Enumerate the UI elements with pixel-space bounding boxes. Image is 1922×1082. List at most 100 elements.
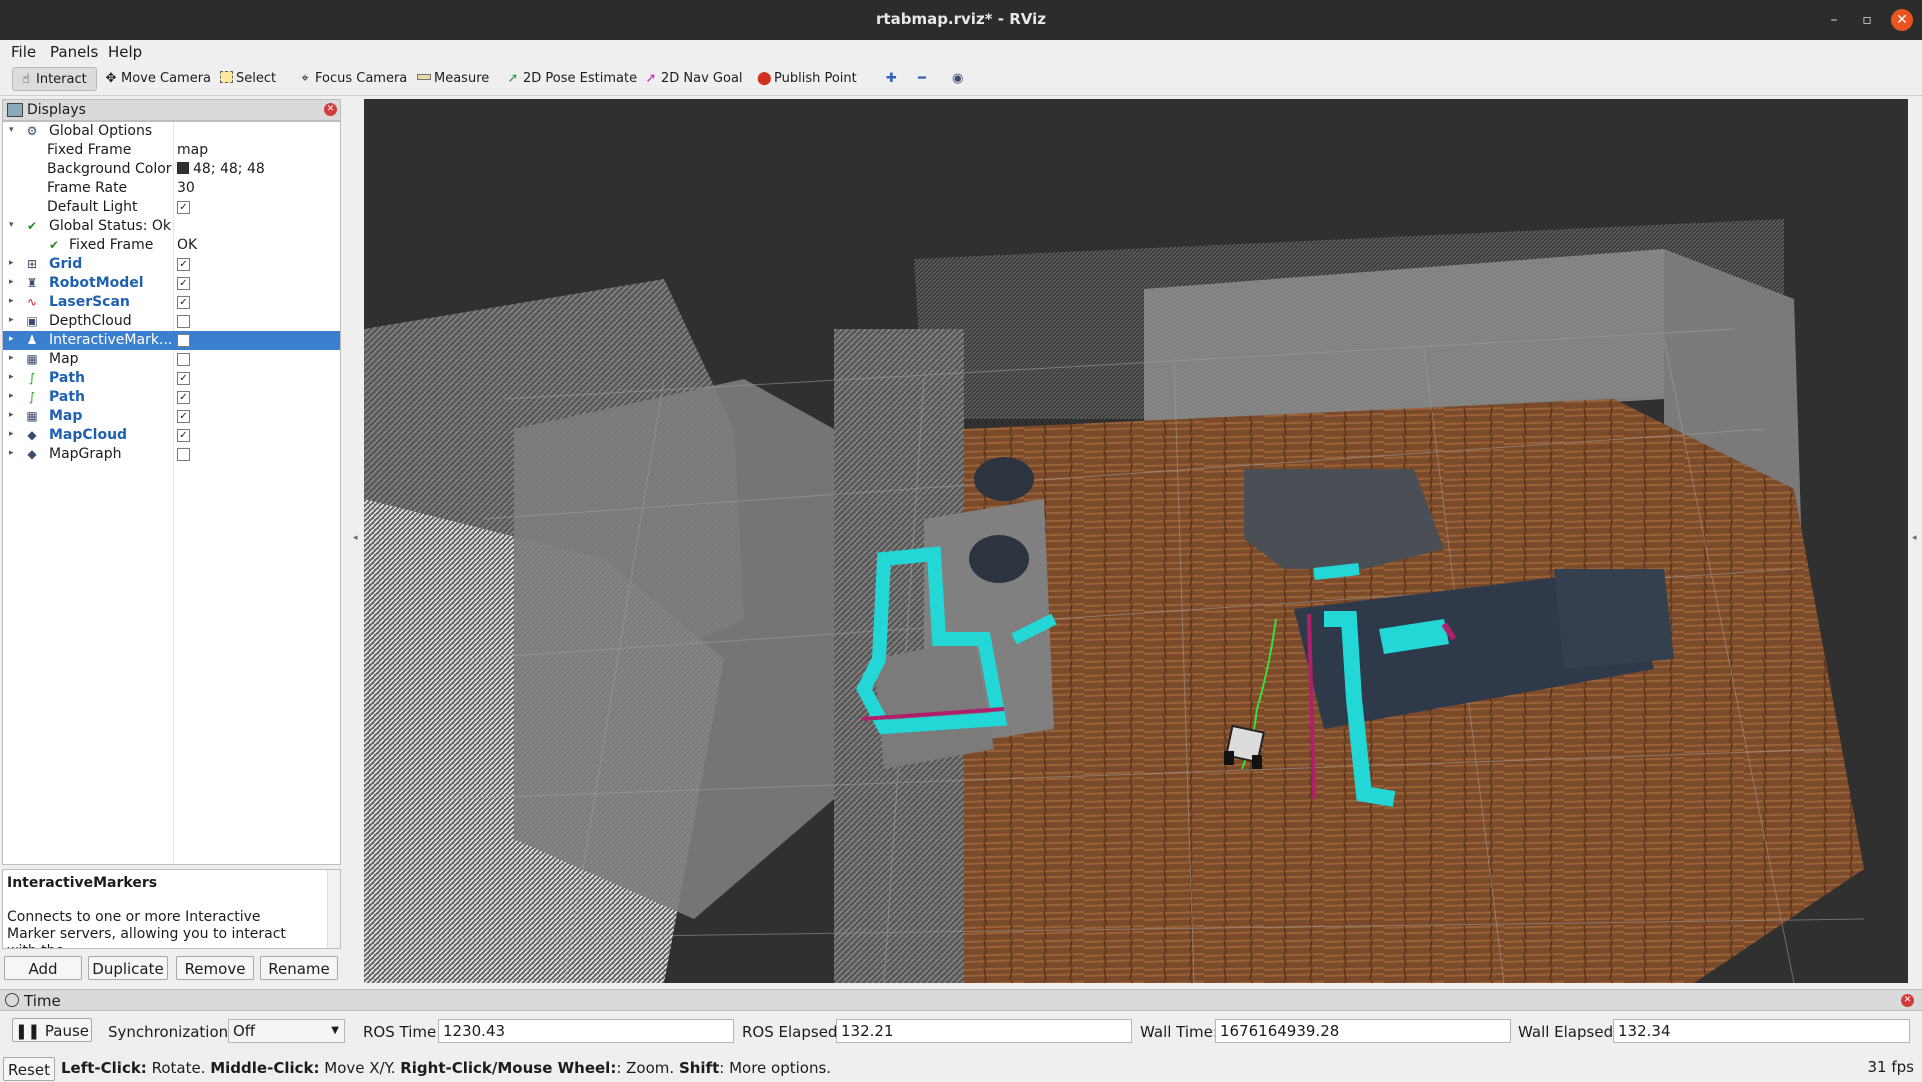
time-panel-header: Time ✕	[0, 989, 1922, 1011]
robotmodel-checkbox[interactable]: ✓	[177, 277, 190, 290]
tree-row-map[interactable]: ▸ ▦ Map	[3, 350, 340, 369]
expand-arrow-icon[interactable]: ▸	[9, 277, 14, 287]
pause-button[interactable]: ❚❚ Pause	[12, 1018, 92, 1042]
mapcloud-checkbox[interactable]: ✓	[177, 429, 190, 442]
minimize-button[interactable]: –	[1823, 9, 1845, 31]
depthcloud-checkbox[interactable]	[177, 315, 190, 328]
tool-focus-camera[interactable]: ⌖ Focus Camera	[292, 67, 407, 91]
tree-row-path[interactable]: ▸ ∫ Path ✓	[3, 369, 340, 388]
tree-row-mapcloud[interactable]: ▸ ◆ MapCloud ✓	[3, 426, 340, 445]
tree-row-fixed-frame[interactable]: Fixed Frame map	[3, 141, 340, 160]
mouse-hint: Left-Click: Rotate. Middle-Click: Move X…	[61, 1059, 831, 1077]
tree-label: DepthCloud	[49, 313, 132, 329]
expand-arrow-icon[interactable]: ▸	[9, 334, 14, 344]
tree-row-status-fixed-frame[interactable]: ✔ Fixed Frame OK	[3, 236, 340, 255]
path-checkbox[interactable]: ✓	[177, 372, 190, 385]
menu-help[interactable]: Help	[108, 43, 142, 61]
maximize-button[interactable]: ▫	[1856, 9, 1878, 31]
map-2-checkbox[interactable]: ✓	[177, 410, 190, 423]
interactivemarkers-checkbox[interactable]	[177, 334, 190, 347]
fixed-frame-value[interactable]: map	[177, 142, 208, 158]
expand-arrow-icon[interactable]: ▸	[9, 429, 14, 439]
right-splitter[interactable]: ◂	[1910, 99, 1920, 983]
wall-time-field[interactable]: 1676164939.28	[1215, 1019, 1511, 1043]
status-value: OK	[177, 237, 198, 253]
color-swatch	[177, 162, 189, 174]
close-panel-icon[interactable]: ✕	[324, 103, 337, 116]
sync-value: Off	[233, 1022, 256, 1040]
remove-button[interactable]: Remove	[176, 956, 254, 980]
tree-row-grid[interactable]: ▸ ⊞ Grid ✓	[3, 255, 340, 274]
grid-checkbox[interactable]: ✓	[177, 258, 190, 271]
path-2-checkbox[interactable]: ✓	[177, 391, 190, 404]
sync-select[interactable]: Off ▼	[228, 1019, 345, 1043]
collapse-arrow-icon[interactable]: ▾	[9, 220, 14, 230]
tree-row-depthcloud[interactable]: ▸ ▣ DepthCloud	[3, 312, 340, 331]
expand-arrow-icon[interactable]: ▸	[9, 391, 14, 401]
monitor-icon	[7, 103, 23, 117]
move-arrows-icon: ✥	[105, 71, 117, 86]
tree-label: LaserScan	[49, 294, 130, 310]
menu-panels[interactable]: Panels	[50, 43, 98, 61]
check-icon: ✔	[26, 219, 38, 233]
tool-2d-pose-estimate[interactable]: ➚ 2D Pose Estimate	[500, 67, 638, 91]
hint-middle-click: Middle-Click:	[210, 1059, 320, 1077]
close-button[interactable]: ✕	[1891, 9, 1913, 31]
wall-elapsed-field[interactable]: 132.34	[1613, 1019, 1910, 1043]
grid-icon: ⊞	[26, 257, 38, 271]
tree-row-path-2[interactable]: ▸ ∫ Path ✓	[3, 388, 340, 407]
eye-icon[interactable]: ◉	[946, 67, 972, 91]
tree-row-default-light[interactable]: Default Light ✓	[3, 198, 340, 217]
render-viewport[interactable]	[364, 99, 1908, 983]
laserscan-checkbox[interactable]: ✓	[177, 296, 190, 309]
tree-row-map-2[interactable]: ▸ ▦ Map ✓	[3, 407, 340, 426]
remove-tool-icon[interactable]: ━	[912, 67, 938, 91]
tool-measure[interactable]: Measure	[411, 67, 491, 91]
duplicate-button[interactable]: Duplicate	[88, 956, 168, 980]
tree-row-frame-rate[interactable]: Frame Rate 30	[3, 179, 340, 198]
tree-row-global-status[interactable]: ▾ ✔ Global Status: Ok	[3, 217, 340, 236]
add-button[interactable]: Add	[4, 956, 82, 980]
interactive-marker-icon: ♟	[26, 333, 38, 347]
default-light-checkbox[interactable]: ✓	[177, 201, 190, 214]
rename-button[interactable]: Rename	[260, 956, 338, 980]
expand-arrow-icon[interactable]: ▸	[9, 372, 14, 382]
tree-label: Path	[49, 370, 85, 386]
tree-row-interactivemarkers[interactable]: ▸ ♟ InteractiveMark...	[3, 331, 340, 350]
tool-interact[interactable]: ☝ Interact	[12, 67, 97, 91]
tool-move-camera[interactable]: ✥ Move Camera	[98, 67, 211, 91]
close-panel-icon[interactable]: ✕	[1901, 994, 1914, 1007]
expand-arrow-icon[interactable]: ▸	[9, 296, 14, 306]
tool-publish-point[interactable]: ⬤ Publish Point	[751, 67, 857, 91]
background-color-value[interactable]: 48; 48; 48	[177, 161, 265, 177]
hint-left-click: Left-Click:	[61, 1059, 147, 1077]
reset-button[interactable]: Reset	[3, 1057, 55, 1081]
tree-row-background-color[interactable]: Background Color 48; 48; 48	[3, 160, 340, 179]
add-tool-icon[interactable]: ✚	[880, 67, 904, 91]
collapse-arrow-icon[interactable]: ▾	[9, 125, 14, 135]
menu-file[interactable]: File	[11, 43, 36, 61]
pause-label: Pause	[44, 1022, 90, 1040]
ros-elapsed-field[interactable]: 132.21	[836, 1019, 1132, 1043]
ros-time-field[interactable]: 1230.43	[438, 1019, 734, 1043]
frame-rate-value[interactable]: 30	[177, 180, 195, 196]
mapgraph-checkbox[interactable]	[177, 448, 190, 461]
window-title: rtabmap.rviz* - RViz	[876, 10, 1046, 28]
tree-row-laserscan[interactable]: ▸ ∿ LaserScan ✓	[3, 293, 340, 312]
expand-arrow-icon[interactable]: ▸	[9, 353, 14, 363]
crosshair-icon: ⌖	[301, 71, 309, 86]
expand-arrow-icon[interactable]: ▸	[9, 258, 14, 268]
map-checkbox[interactable]	[177, 353, 190, 366]
expand-arrow-icon[interactable]: ▸	[9, 410, 14, 420]
tool-2d-nav-goal[interactable]: ➚ 2D Nav Goal	[638, 67, 743, 91]
expand-arrow-icon[interactable]: ▸	[9, 448, 14, 458]
tool-select[interactable]: Select	[214, 67, 282, 91]
tree-row-robotmodel[interactable]: ▸ ♜ RobotModel ✓	[3, 274, 340, 293]
description-scrollbar[interactable]	[327, 870, 340, 948]
left-splitter[interactable]: ◂	[352, 99, 360, 983]
tree-row-global-options[interactable]: ▾ ⚙ Global Options	[3, 122, 340, 141]
expand-arrow-icon[interactable]: ▸	[9, 315, 14, 325]
time-panel: ❚❚ Pause Synchronization: Off ▼ ROS Time:…	[0, 1013, 1922, 1049]
description-box: InteractiveMarkers Connects to one or mo…	[2, 869, 341, 949]
tree-row-mapgraph[interactable]: ▸ ◆ MapGraph	[3, 445, 340, 464]
